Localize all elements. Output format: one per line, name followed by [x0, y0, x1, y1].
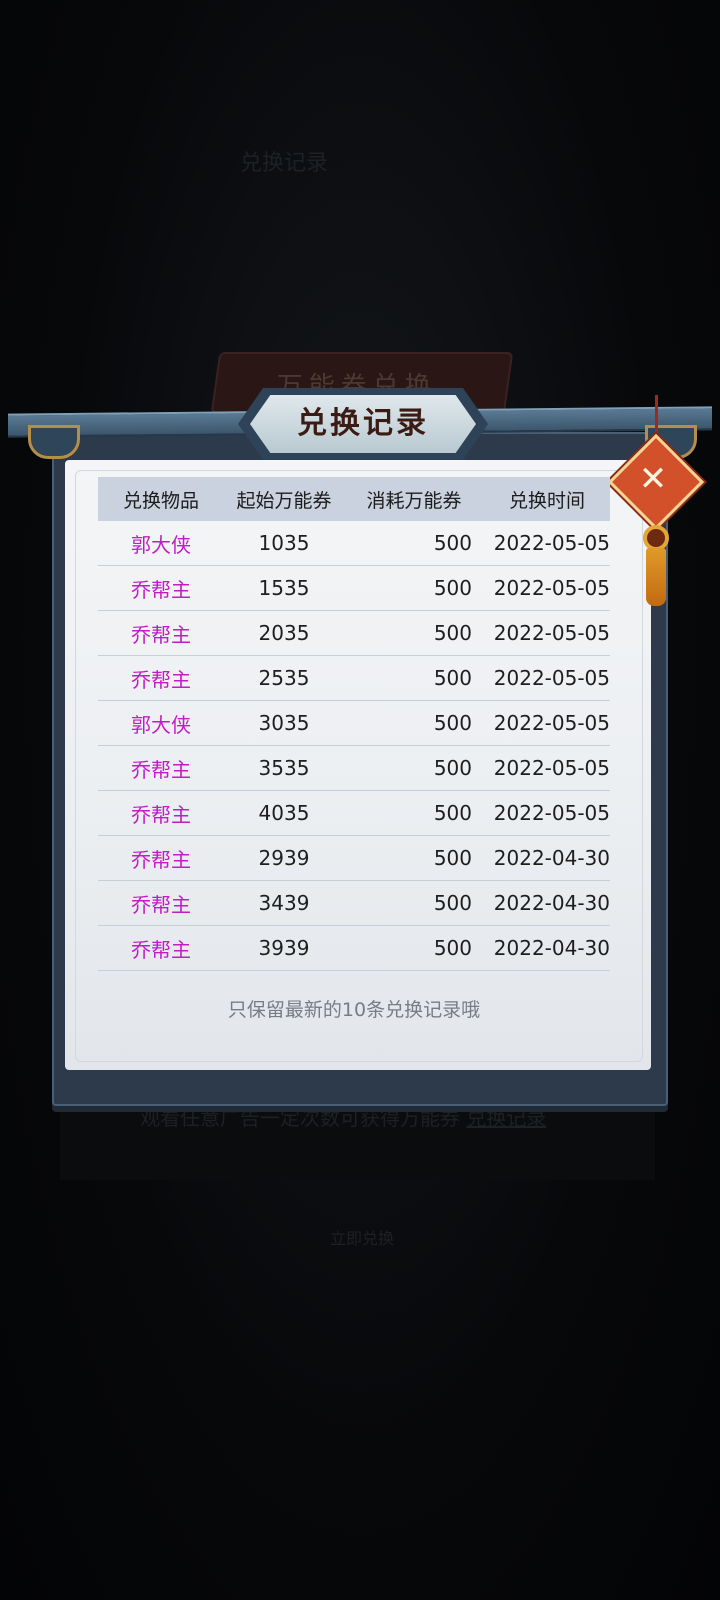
cell-cost: 500	[433, 891, 472, 915]
cell-cost: 500	[433, 666, 472, 690]
header-time: 兑换时间	[508, 489, 585, 512]
cell-start: 1535	[258, 576, 310, 600]
cell-cost: 500	[433, 936, 472, 960]
cell-item: 乔帮主	[131, 757, 191, 782]
footnote: 只保留最新的10条兑换记录哦	[227, 999, 481, 1021]
cell-time: 2022-05-05	[493, 801, 610, 825]
table-row: 乔帮主 2939 500 2022-04-30	[98, 836, 610, 881]
table-row: 乔帮主 1535 500 2022-05-05	[98, 566, 610, 611]
cell-item: 乔帮主	[131, 622, 191, 647]
table-row: 乔帮主 3439 500 2022-04-30	[98, 881, 610, 926]
cell-cost: 500	[433, 531, 472, 555]
table-row: 乔帮主 3939 500 2022-04-30	[98, 926, 610, 971]
cell-time: 2022-04-30	[493, 891, 610, 915]
cell-start: 3439	[258, 891, 310, 915]
cell-cost: 500	[433, 576, 472, 600]
cell-start: 2535	[258, 666, 310, 690]
cell-start: 4035	[258, 801, 310, 825]
cell-item: 乔帮主	[131, 577, 191, 602]
cell-cost: 500	[433, 711, 472, 735]
cell-cost: 500	[433, 621, 472, 645]
cell-start: 1035	[258, 531, 310, 555]
dialog-title: 兑换记录	[297, 406, 429, 441]
table-row: 郭大侠 3035 500 2022-05-05	[98, 701, 610, 746]
bg-faint-title: 兑换记录	[240, 151, 329, 176]
close-x-icon[interactable]: ✕	[622, 448, 684, 510]
header-item: 兑换物品	[122, 489, 199, 512]
cell-start: 2035	[258, 621, 310, 645]
cell-time: 2022-05-05	[493, 666, 610, 690]
header-cost: 消耗万能券	[366, 489, 462, 512]
bg-hint-text: 观看任意广告一定次数可获得万能券	[140, 1106, 460, 1130]
cell-item: 乔帮主	[131, 847, 191, 872]
cell-item: 乔帮主	[131, 892, 191, 917]
cell-time: 2022-04-30	[493, 846, 610, 870]
cell-start: 3939	[258, 936, 310, 960]
ornament-tassel	[646, 548, 666, 606]
cell-time: 2022-05-05	[493, 756, 610, 780]
cell-time: 2022-05-05	[493, 711, 610, 735]
bg-hint-link: 兑换记录	[466, 1106, 547, 1130]
cell-time: 2022-04-30	[493, 936, 610, 960]
cell-start: 3035	[258, 711, 310, 735]
cell-item: 郭大侠	[131, 712, 191, 737]
cell-cost: 500	[433, 846, 472, 870]
cell-start: 3535	[258, 756, 310, 780]
table-row: 乔帮主 2535 500 2022-05-05	[98, 656, 610, 701]
exchange-table: 兑换物品 起始万能券 消耗万能券 兑换时间 郭大侠 1035 500 2022-…	[98, 477, 610, 971]
cell-cost: 500	[433, 801, 472, 825]
table-row: 郭大侠 1035 500 2022-05-05	[98, 521, 610, 566]
bg-bottom-text: 立即兑换	[330, 1229, 395, 1248]
table-header: 兑换物品 起始万能券 消耗万能券 兑换时间	[98, 477, 610, 521]
cell-cost: 500	[433, 756, 472, 780]
cell-start: 2939	[258, 846, 310, 870]
cell-time: 2022-05-05	[493, 531, 610, 555]
table-row: 乔帮主 3535 500 2022-05-05	[98, 746, 610, 791]
header-start: 起始万能券	[236, 489, 332, 512]
roof-curl-left	[28, 425, 80, 459]
table-row: 乔帮主 4035 500 2022-05-05	[98, 791, 610, 836]
bg-hint: 观看任意广告一定次数可获得万能券 兑换记录	[140, 1102, 546, 1131]
cell-item: 乔帮主	[131, 667, 191, 692]
cell-item: 乔帮主	[131, 802, 191, 827]
table-row: 乔帮主 2035 500 2022-05-05	[98, 611, 610, 656]
cell-time: 2022-05-05	[493, 621, 610, 645]
cell-item: 郭大侠	[131, 532, 191, 557]
cell-item: 乔帮主	[131, 937, 191, 962]
cell-time: 2022-05-05	[493, 576, 610, 600]
